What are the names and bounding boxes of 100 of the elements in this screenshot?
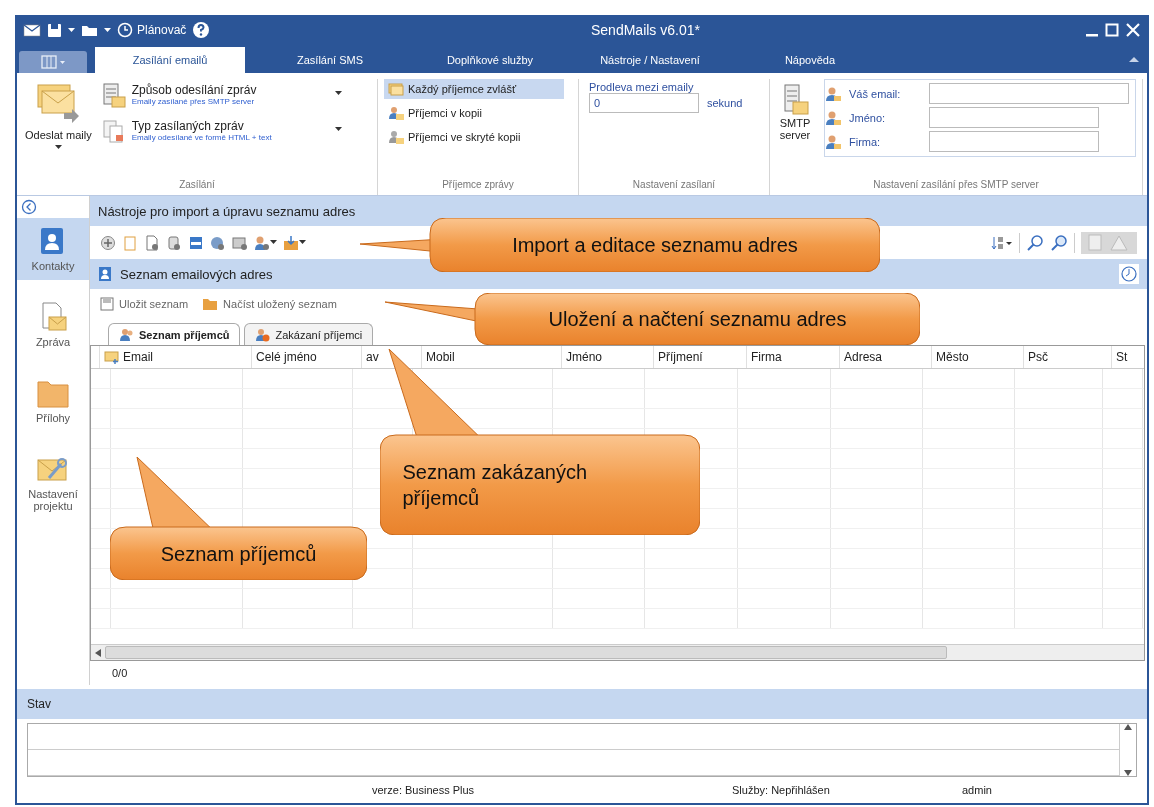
field-label: Váš email: [849, 87, 902, 100]
card-add-icon[interactable] [232, 234, 248, 251]
window-title: SendMails v6.01* [590, 22, 701, 38]
callout-text: Seznam zakázaných příjemců [402, 460, 589, 511]
panel-title: Nástroje pro import a úpravu seznamu adres [98, 203, 356, 219]
add-icon[interactable] [100, 234, 116, 251]
clock-icon[interactable] [117, 22, 133, 38]
search-icon[interactable] [1026, 233, 1044, 252]
panel-title: Seznam emailových adres [120, 266, 273, 282]
ribbon-tab[interactable]: Nápověda [735, 47, 885, 73]
caret-icon[interactable] [104, 27, 111, 33]
toolbar-button[interactable]: Uložit seznam [100, 297, 189, 311]
ribbon-tab[interactable]: Doplňkové služby [415, 47, 565, 73]
folder-icon[interactable] [81, 23, 98, 37]
folder-icon [37, 378, 69, 408]
record-counter: 0/0 [111, 666, 129, 681]
send-option[interactable]: Typ zasílaných zpráv Emaily odesílané ve formě HTML + text [101, 119, 342, 145]
close-icon[interactable] [1125, 22, 1141, 38]
list-tab[interactable]: Seznam příjemců [108, 323, 241, 345]
caret-icon[interactable] [299, 240, 306, 245]
text-field[interactable] [929, 131, 1099, 152]
panel-title: Stav [27, 697, 51, 711]
field-label: Firma: [849, 135, 882, 148]
status-text: verze: Business Plus [372, 784, 476, 796]
inbox-import-icon[interactable] [283, 234, 299, 251]
column-header[interactable]: Příjmení [654, 346, 747, 368]
callout-text: Seznam příjemců [160, 541, 317, 567]
scroll-down-icon[interactable] [1124, 770, 1132, 776]
column-header[interactable]: Mobil [422, 346, 562, 368]
column-header[interactable]: St [1112, 346, 1144, 368]
caret-icon[interactable] [334, 91, 342, 96]
window-icon [40, 55, 66, 69]
clipboard-icon[interactable] [122, 234, 138, 251]
person-add-icon[interactable] [254, 234, 270, 251]
group-label: Příjemce zprávy [441, 178, 515, 192]
column-header[interactable]: Adresa [840, 346, 932, 368]
sidebar-item[interactable]: Kontakty [17, 218, 89, 280]
person-envelope-icon [388, 106, 404, 120]
globe-add-icon[interactable] [210, 234, 226, 251]
database-add-icon[interactable] [166, 234, 182, 251]
group-label: Nastavení zasílání přes SMTP server [872, 178, 1040, 192]
envelope-icon[interactable] [23, 23, 41, 37]
server-envelope-icon [781, 83, 809, 117]
document-add-icon[interactable] [144, 234, 160, 251]
search-icon[interactable] [1050, 233, 1068, 252]
envelopes-icon [388, 82, 404, 96]
person-icon [825, 133, 841, 150]
group-label: Zasílání [178, 178, 216, 192]
list-tab[interactable]: Zakázaní příjemci [244, 323, 374, 345]
envelope-stack-icon [36, 83, 81, 125]
scheduler-button[interactable]: Plánovač [117, 22, 187, 38]
collapse-ribbon-icon[interactable] [1129, 55, 1139, 63]
column-header[interactable]: Město [932, 346, 1024, 368]
caret-icon[interactable] [68, 27, 75, 33]
caret-icon[interactable] [54, 145, 62, 150]
unit-label: sekund [707, 97, 743, 109]
delay-field[interactable]: 0 [589, 93, 699, 113]
text-field[interactable] [929, 83, 1129, 104]
text-field[interactable] [929, 107, 1099, 128]
smtp-server-button[interactable]: SMTP server [776, 79, 814, 175]
people-icon [119, 327, 135, 342]
caret-icon[interactable] [270, 240, 277, 245]
clock-icon[interactable] [1119, 264, 1139, 284]
scroll-up-icon[interactable] [1124, 724, 1132, 730]
folder-icon [202, 297, 219, 311]
person-icon [825, 85, 841, 102]
toolbar-button[interactable]: Načíst uložený seznam [202, 297, 337, 311]
person-envelope-icon [388, 130, 404, 144]
contact-card-icon [98, 266, 112, 282]
send-option[interactable]: Způsob odesílání zpráv Emaily zasílané přes SMTP server [101, 83, 342, 109]
callout-text: Uložení a načtení seznamu adres [548, 307, 847, 332]
sidebar-item[interactable]: Nastavení projektu [17, 446, 89, 520]
scroll-left-icon[interactable] [95, 648, 101, 657]
field-label: Jméno: [849, 111, 887, 124]
envelope-add-icon [104, 350, 120, 364]
ribbon-tab[interactable]: Zasílání emailů [95, 47, 245, 73]
callout-text: Import a editace seznamu adres [512, 233, 798, 258]
caret-icon[interactable] [334, 127, 342, 132]
sidebar-item[interactable]: Zpráva [17, 294, 89, 356]
column-header[interactable]: Firma [747, 346, 840, 368]
maximize-icon[interactable] [1105, 22, 1119, 38]
recipient-mode-option[interactable]: Příjemci v kopii [384, 103, 564, 123]
window-icon[interactable] [188, 234, 204, 251]
horizontal-scrollbar[interactable] [91, 644, 1144, 660]
send-mails-button[interactable]: Odeslat maily [23, 79, 94, 175]
ribbon-tab[interactable]: Zasílání SMS [255, 47, 405, 73]
back-icon[interactable] [21, 199, 37, 215]
column-header[interactable]: Psč [1024, 346, 1112, 368]
sidebar-item[interactable]: Přílohy [17, 370, 89, 432]
column-header[interactable]: Celé jméno [252, 346, 362, 368]
recipient-mode-option[interactable]: Příjemci ve skryté kopii [384, 127, 564, 147]
help-icon[interactable] [192, 21, 211, 39]
group-label: Nastavení zasílaní [631, 178, 717, 192]
column-header[interactable]: Jméno [562, 346, 654, 368]
sort-icon[interactable] [991, 234, 1013, 251]
person-icon [825, 109, 841, 126]
recipient-mode-option[interactable]: Každý příjemce zvlášť [384, 79, 564, 99]
documents-icon [101, 119, 126, 145]
ribbon-tab[interactable]: Nástroje / Nastavení [575, 47, 725, 73]
column-header[interactable]: Email [100, 346, 252, 368]
